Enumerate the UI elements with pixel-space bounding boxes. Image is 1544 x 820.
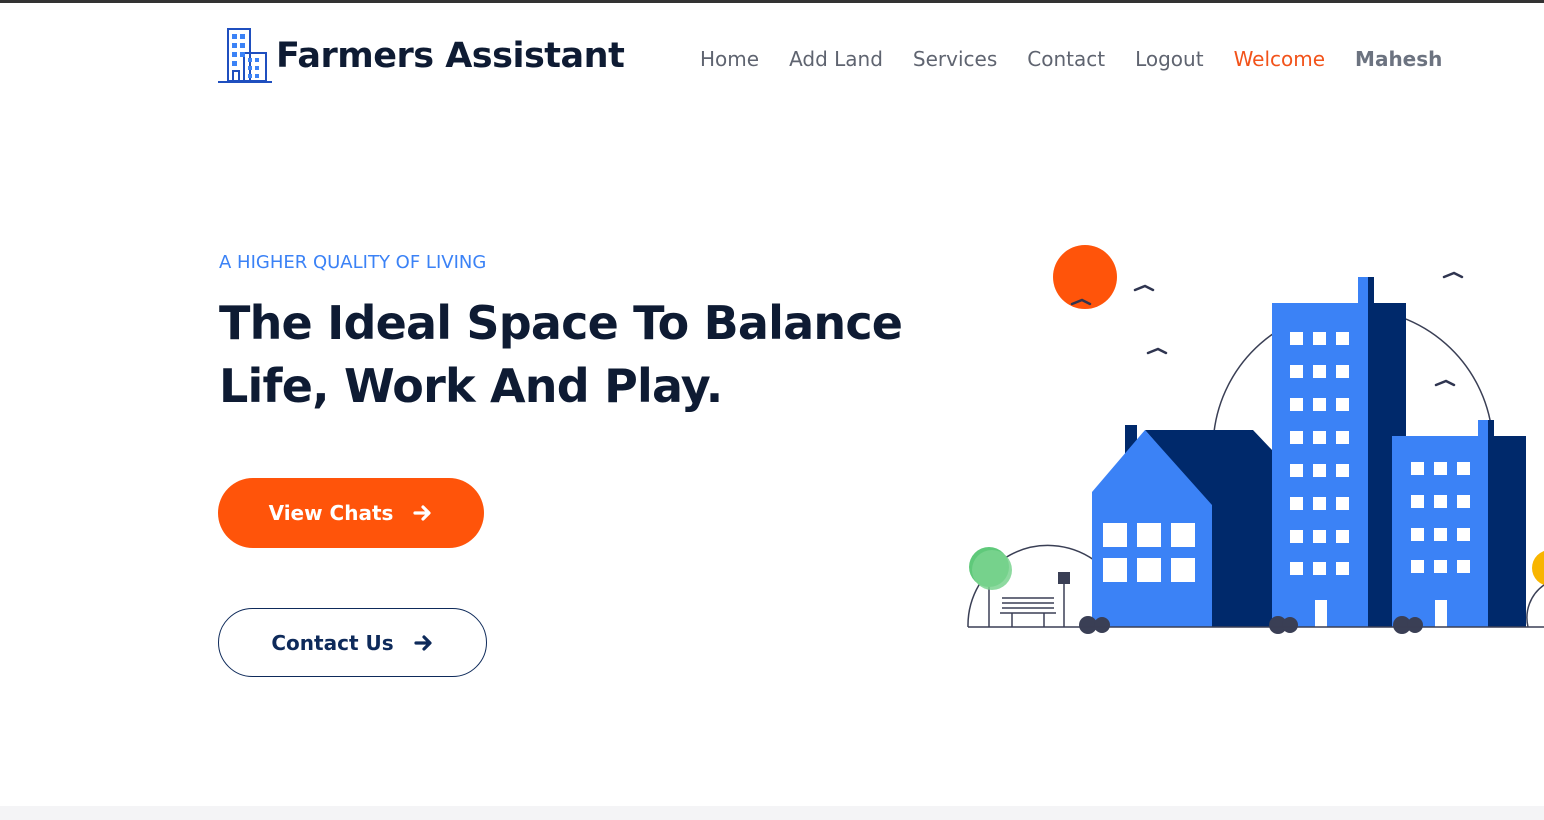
hero-eyebrow: A HIGHER QUALITY OF LIVING <box>219 252 487 273</box>
contact-us-label: Contact Us <box>271 630 394 655</box>
nav-services-link[interactable]: Services <box>913 47 997 71</box>
username-text: Mahesh <box>1355 47 1443 71</box>
brand-logo[interactable]: Farmers Assistant <box>218 26 625 86</box>
top-border <box>0 0 1544 3</box>
main-nav: Home Add Land Services Contact Logout We… <box>700 44 1442 74</box>
nav-add-land-link[interactable]: Add Land <box>789 47 883 71</box>
nav-contact-link[interactable]: Contact <box>1027 47 1105 71</box>
view-chats-label: View Chats <box>268 501 394 525</box>
nav-logout-link[interactable]: Logout <box>1135 47 1203 71</box>
contact-us-button[interactable]: Contact Us <box>218 608 487 677</box>
hero-headline: The Ideal Space To Balance Life, Work An… <box>219 296 903 413</box>
nav-home-link[interactable]: Home <box>700 47 759 71</box>
brand-name: Farmers Assistant <box>276 36 625 76</box>
city-buildings-illustration <box>967 245 1544 634</box>
footer-band <box>0 806 1544 820</box>
arrow-right-icon <box>413 505 432 521</box>
view-chats-button[interactable]: View Chats <box>218 478 484 548</box>
arrow-right-icon <box>414 634 432 651</box>
building-logo-icon <box>218 28 272 83</box>
welcome-text: Welcome <box>1233 47 1326 71</box>
